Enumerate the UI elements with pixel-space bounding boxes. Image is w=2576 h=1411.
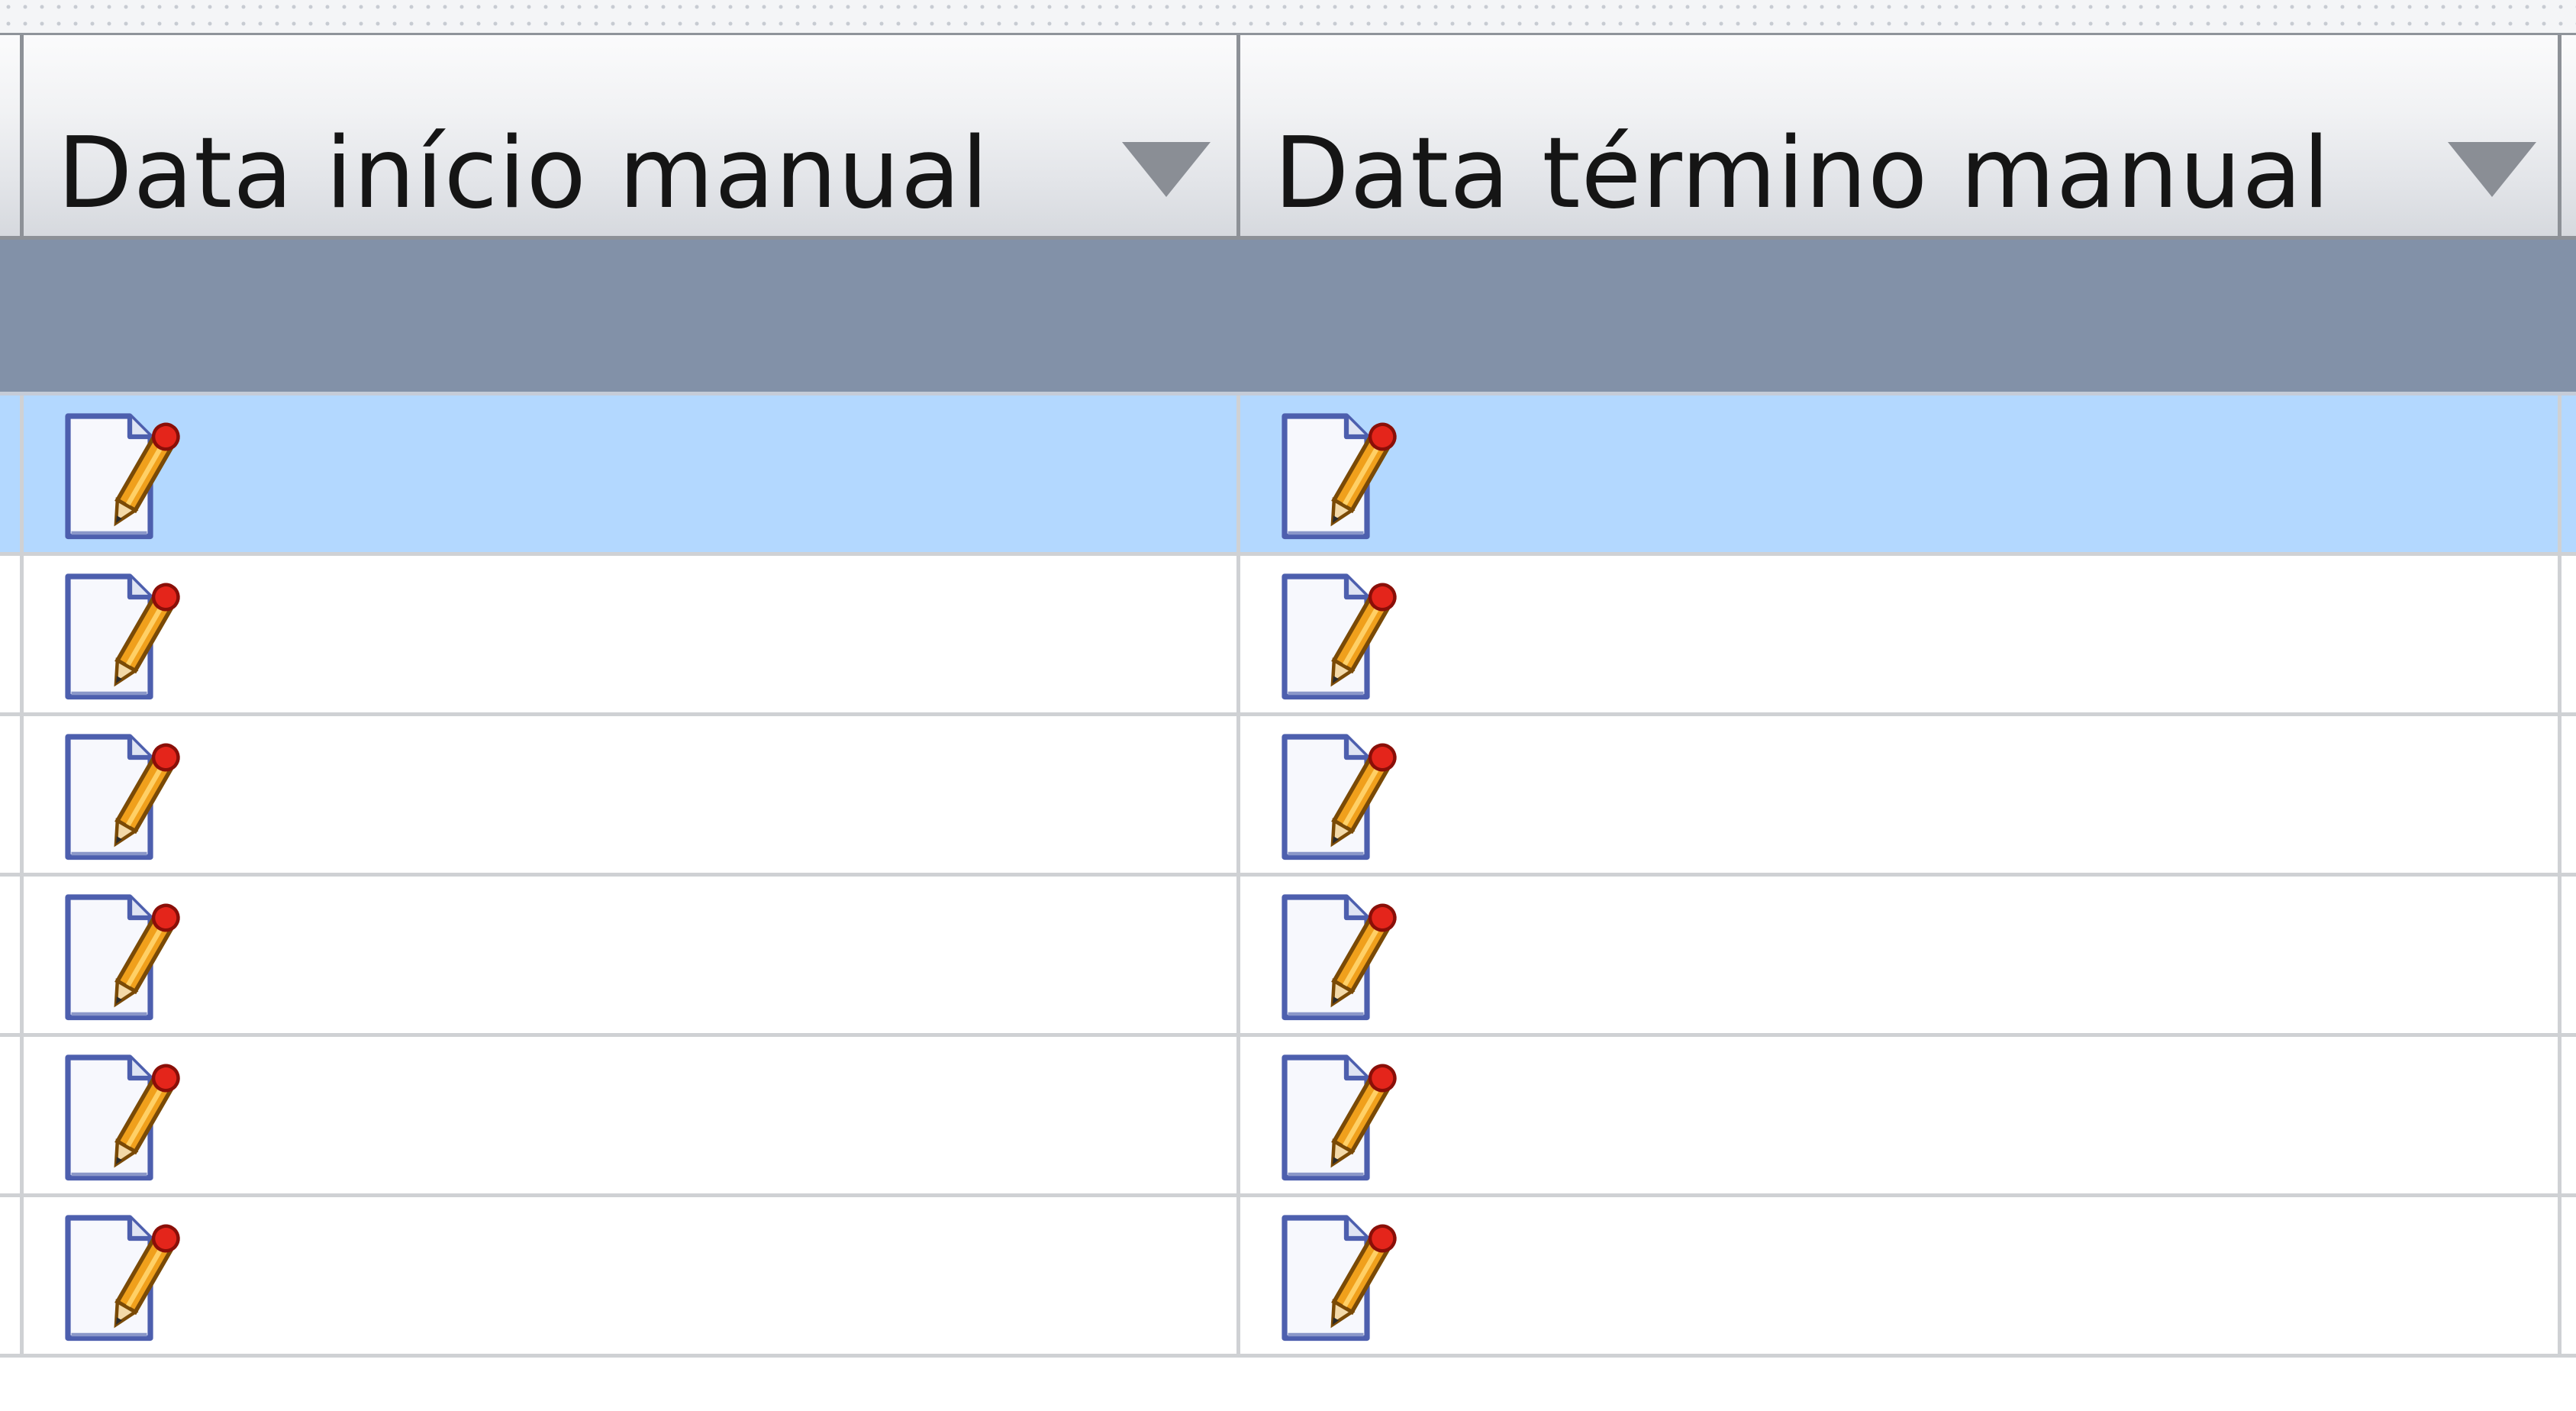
cell-end-date[interactable] — [1236, 1037, 2561, 1193]
edit-document-icon[interactable] — [1271, 1211, 1408, 1348]
edit-document-icon[interactable] — [54, 730, 192, 867]
cell-start-date[interactable] — [20, 396, 1236, 552]
cell-end-date[interactable] — [1236, 556, 2561, 712]
table-row[interactable] — [0, 1197, 2576, 1358]
grid-screen: Data início manual Data término manual — [0, 0, 2576, 1411]
cell-end-date[interactable] — [1236, 1197, 2561, 1354]
edit-document-icon[interactable] — [1271, 730, 1408, 867]
edit-document-icon[interactable] — [54, 1211, 192, 1348]
table-row[interactable] — [0, 556, 2576, 716]
table-row[interactable] — [0, 716, 2576, 877]
column-header-label: Data início manual — [57, 117, 989, 231]
cell-end-date[interactable] — [1236, 396, 2561, 552]
chevron-down-icon[interactable] — [1122, 142, 1211, 197]
table-row[interactable] — [0, 1037, 2576, 1197]
column-header-start-date[interactable]: Data início manual — [20, 35, 1236, 236]
column-header-end-date[interactable]: Data término manual — [1236, 35, 2561, 236]
column-header-label: Data término manual — [1274, 117, 2331, 231]
cell-start-date[interactable] — [20, 556, 1236, 712]
group-row[interactable] — [0, 240, 2576, 396]
cell-start-date[interactable] — [20, 877, 1236, 1033]
cell-start-date[interactable] — [20, 1197, 1236, 1354]
edit-document-icon[interactable] — [54, 890, 192, 1028]
toolbar-strip — [0, 0, 2576, 35]
edit-document-icon[interactable] — [54, 570, 192, 707]
cell-end-date[interactable] — [1236, 877, 2561, 1033]
grid-header-row: Data início manual Data término manual — [0, 35, 2576, 240]
table-row[interactable] — [0, 396, 2576, 556]
chevron-down-icon[interactable] — [2448, 142, 2536, 197]
edit-document-icon[interactable] — [1271, 570, 1408, 707]
edit-document-icon[interactable] — [1271, 409, 1408, 547]
edit-document-icon[interactable] — [54, 409, 192, 547]
edit-document-icon[interactable] — [1271, 890, 1408, 1028]
edit-document-icon[interactable] — [54, 1051, 192, 1188]
data-grid: Data início manual Data término manual — [0, 35, 2576, 1358]
cell-start-date[interactable] — [20, 1037, 1236, 1193]
cell-end-date[interactable] — [1236, 716, 2561, 873]
cell-start-date[interactable] — [20, 716, 1236, 873]
edit-document-icon[interactable] — [1271, 1051, 1408, 1188]
table-row[interactable] — [0, 877, 2576, 1037]
